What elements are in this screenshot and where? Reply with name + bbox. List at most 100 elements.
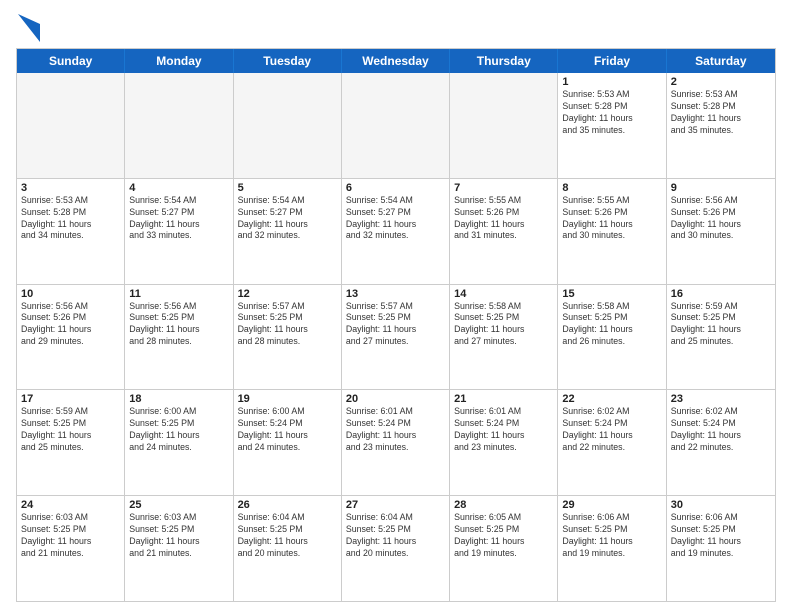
- day-number: 10: [21, 288, 120, 300]
- day-number: 17: [21, 393, 120, 405]
- calendar-body: 1Sunrise: 5:53 AM Sunset: 5:28 PM Daylig…: [17, 73, 775, 601]
- day-number: 15: [562, 288, 661, 300]
- calendar-cell: 23Sunrise: 6:02 AM Sunset: 5:24 PM Dayli…: [667, 390, 775, 495]
- calendar-week-2: 3Sunrise: 5:53 AM Sunset: 5:28 PM Daylig…: [17, 179, 775, 285]
- day-number: 28: [454, 499, 553, 511]
- calendar-cell: 16Sunrise: 5:59 AM Sunset: 5:25 PM Dayli…: [667, 285, 775, 390]
- day-info: Sunrise: 5:56 AM Sunset: 5:25 PM Dayligh…: [129, 301, 228, 349]
- calendar-cell: 9Sunrise: 5:56 AM Sunset: 5:26 PM Daylig…: [667, 179, 775, 284]
- day-info: Sunrise: 5:59 AM Sunset: 5:25 PM Dayligh…: [21, 406, 120, 454]
- day-number: 22: [562, 393, 661, 405]
- day-number: 19: [238, 393, 337, 405]
- calendar-cell: 25Sunrise: 6:03 AM Sunset: 5:25 PM Dayli…: [125, 496, 233, 601]
- day-info: Sunrise: 5:55 AM Sunset: 5:26 PM Dayligh…: [562, 195, 661, 243]
- day-number: 2: [671, 76, 771, 88]
- calendar-cell: [17, 73, 125, 178]
- calendar-cell: [234, 73, 342, 178]
- calendar-cell: 1Sunrise: 5:53 AM Sunset: 5:28 PM Daylig…: [558, 73, 666, 178]
- day-info: Sunrise: 5:53 AM Sunset: 5:28 PM Dayligh…: [21, 195, 120, 243]
- logo-icon: [18, 14, 40, 42]
- calendar-cell: 18Sunrise: 6:00 AM Sunset: 5:25 PM Dayli…: [125, 390, 233, 495]
- day-number: 29: [562, 499, 661, 511]
- day-number: 13: [346, 288, 445, 300]
- day-info: Sunrise: 5:55 AM Sunset: 5:26 PM Dayligh…: [454, 195, 553, 243]
- day-info: Sunrise: 6:03 AM Sunset: 5:25 PM Dayligh…: [129, 512, 228, 560]
- calendar-cell: 5Sunrise: 5:54 AM Sunset: 5:27 PM Daylig…: [234, 179, 342, 284]
- calendar-cell: 30Sunrise: 6:06 AM Sunset: 5:25 PM Dayli…: [667, 496, 775, 601]
- calendar-cell: 13Sunrise: 5:57 AM Sunset: 5:25 PM Dayli…: [342, 285, 450, 390]
- day-info: Sunrise: 6:01 AM Sunset: 5:24 PM Dayligh…: [346, 406, 445, 454]
- logo: [16, 10, 40, 42]
- day-number: 9: [671, 182, 771, 194]
- header-day-sunday: Sunday: [17, 49, 125, 73]
- calendar-week-3: 10Sunrise: 5:56 AM Sunset: 5:26 PM Dayli…: [17, 285, 775, 391]
- calendar-cell: 2Sunrise: 5:53 AM Sunset: 5:28 PM Daylig…: [667, 73, 775, 178]
- calendar-week-5: 24Sunrise: 6:03 AM Sunset: 5:25 PM Dayli…: [17, 496, 775, 601]
- calendar-cell: 17Sunrise: 5:59 AM Sunset: 5:25 PM Dayli…: [17, 390, 125, 495]
- day-info: Sunrise: 5:58 AM Sunset: 5:25 PM Dayligh…: [454, 301, 553, 349]
- calendar-week-1: 1Sunrise: 5:53 AM Sunset: 5:28 PM Daylig…: [17, 73, 775, 179]
- header-day-thursday: Thursday: [450, 49, 558, 73]
- day-number: 25: [129, 499, 228, 511]
- calendar-cell: 20Sunrise: 6:01 AM Sunset: 5:24 PM Dayli…: [342, 390, 450, 495]
- day-info: Sunrise: 6:03 AM Sunset: 5:25 PM Dayligh…: [21, 512, 120, 560]
- calendar-cell: 12Sunrise: 5:57 AM Sunset: 5:25 PM Dayli…: [234, 285, 342, 390]
- day-info: Sunrise: 5:56 AM Sunset: 5:26 PM Dayligh…: [21, 301, 120, 349]
- calendar-cell: 4Sunrise: 5:54 AM Sunset: 5:27 PM Daylig…: [125, 179, 233, 284]
- header-day-wednesday: Wednesday: [342, 49, 450, 73]
- day-info: Sunrise: 5:53 AM Sunset: 5:28 PM Dayligh…: [562, 89, 661, 137]
- calendar: SundayMondayTuesdayWednesdayThursdayFrid…: [16, 48, 776, 602]
- calendar-cell: 7Sunrise: 5:55 AM Sunset: 5:26 PM Daylig…: [450, 179, 558, 284]
- calendar-cell: 15Sunrise: 5:58 AM Sunset: 5:25 PM Dayli…: [558, 285, 666, 390]
- calendar-week-4: 17Sunrise: 5:59 AM Sunset: 5:25 PM Dayli…: [17, 390, 775, 496]
- calendar-cell: 21Sunrise: 6:01 AM Sunset: 5:24 PM Dayli…: [450, 390, 558, 495]
- day-number: 27: [346, 499, 445, 511]
- day-info: Sunrise: 5:54 AM Sunset: 5:27 PM Dayligh…: [238, 195, 337, 243]
- calendar-cell: 14Sunrise: 5:58 AM Sunset: 5:25 PM Dayli…: [450, 285, 558, 390]
- day-number: 7: [454, 182, 553, 194]
- day-info: Sunrise: 6:02 AM Sunset: 5:24 PM Dayligh…: [671, 406, 771, 454]
- day-info: Sunrise: 6:05 AM Sunset: 5:25 PM Dayligh…: [454, 512, 553, 560]
- day-number: 23: [671, 393, 771, 405]
- day-info: Sunrise: 5:53 AM Sunset: 5:28 PM Dayligh…: [671, 89, 771, 137]
- page: SundayMondayTuesdayWednesdayThursdayFrid…: [0, 0, 792, 612]
- day-info: Sunrise: 6:02 AM Sunset: 5:24 PM Dayligh…: [562, 406, 661, 454]
- day-number: 30: [671, 499, 771, 511]
- day-info: Sunrise: 6:06 AM Sunset: 5:25 PM Dayligh…: [562, 512, 661, 560]
- calendar-cell: [125, 73, 233, 178]
- day-number: 18: [129, 393, 228, 405]
- calendar-cell: 19Sunrise: 6:00 AM Sunset: 5:24 PM Dayli…: [234, 390, 342, 495]
- day-number: 21: [454, 393, 553, 405]
- calendar-header: SundayMondayTuesdayWednesdayThursdayFrid…: [17, 49, 775, 73]
- calendar-cell: 8Sunrise: 5:55 AM Sunset: 5:26 PM Daylig…: [558, 179, 666, 284]
- calendar-cell: 24Sunrise: 6:03 AM Sunset: 5:25 PM Dayli…: [17, 496, 125, 601]
- calendar-cell: 29Sunrise: 6:06 AM Sunset: 5:25 PM Dayli…: [558, 496, 666, 601]
- day-info: Sunrise: 6:00 AM Sunset: 5:25 PM Dayligh…: [129, 406, 228, 454]
- day-info: Sunrise: 5:54 AM Sunset: 5:27 PM Dayligh…: [129, 195, 228, 243]
- header-day-friday: Friday: [558, 49, 666, 73]
- day-info: Sunrise: 6:04 AM Sunset: 5:25 PM Dayligh…: [238, 512, 337, 560]
- day-number: 11: [129, 288, 228, 300]
- calendar-cell: 10Sunrise: 5:56 AM Sunset: 5:26 PM Dayli…: [17, 285, 125, 390]
- day-info: Sunrise: 6:04 AM Sunset: 5:25 PM Dayligh…: [346, 512, 445, 560]
- day-number: 14: [454, 288, 553, 300]
- day-number: 12: [238, 288, 337, 300]
- header-day-monday: Monday: [125, 49, 233, 73]
- calendar-cell: 26Sunrise: 6:04 AM Sunset: 5:25 PM Dayli…: [234, 496, 342, 601]
- day-number: 3: [21, 182, 120, 194]
- day-number: 16: [671, 288, 771, 300]
- day-number: 24: [21, 499, 120, 511]
- day-info: Sunrise: 5:59 AM Sunset: 5:25 PM Dayligh…: [671, 301, 771, 349]
- day-info: Sunrise: 5:57 AM Sunset: 5:25 PM Dayligh…: [346, 301, 445, 349]
- header-day-saturday: Saturday: [667, 49, 775, 73]
- day-info: Sunrise: 5:54 AM Sunset: 5:27 PM Dayligh…: [346, 195, 445, 243]
- calendar-cell: 27Sunrise: 6:04 AM Sunset: 5:25 PM Dayli…: [342, 496, 450, 601]
- day-info: Sunrise: 6:06 AM Sunset: 5:25 PM Dayligh…: [671, 512, 771, 560]
- calendar-cell: [450, 73, 558, 178]
- header-day-tuesday: Tuesday: [234, 49, 342, 73]
- day-number: 8: [562, 182, 661, 194]
- calendar-cell: 28Sunrise: 6:05 AM Sunset: 5:25 PM Dayli…: [450, 496, 558, 601]
- calendar-cell: 11Sunrise: 5:56 AM Sunset: 5:25 PM Dayli…: [125, 285, 233, 390]
- day-number: 6: [346, 182, 445, 194]
- day-number: 5: [238, 182, 337, 194]
